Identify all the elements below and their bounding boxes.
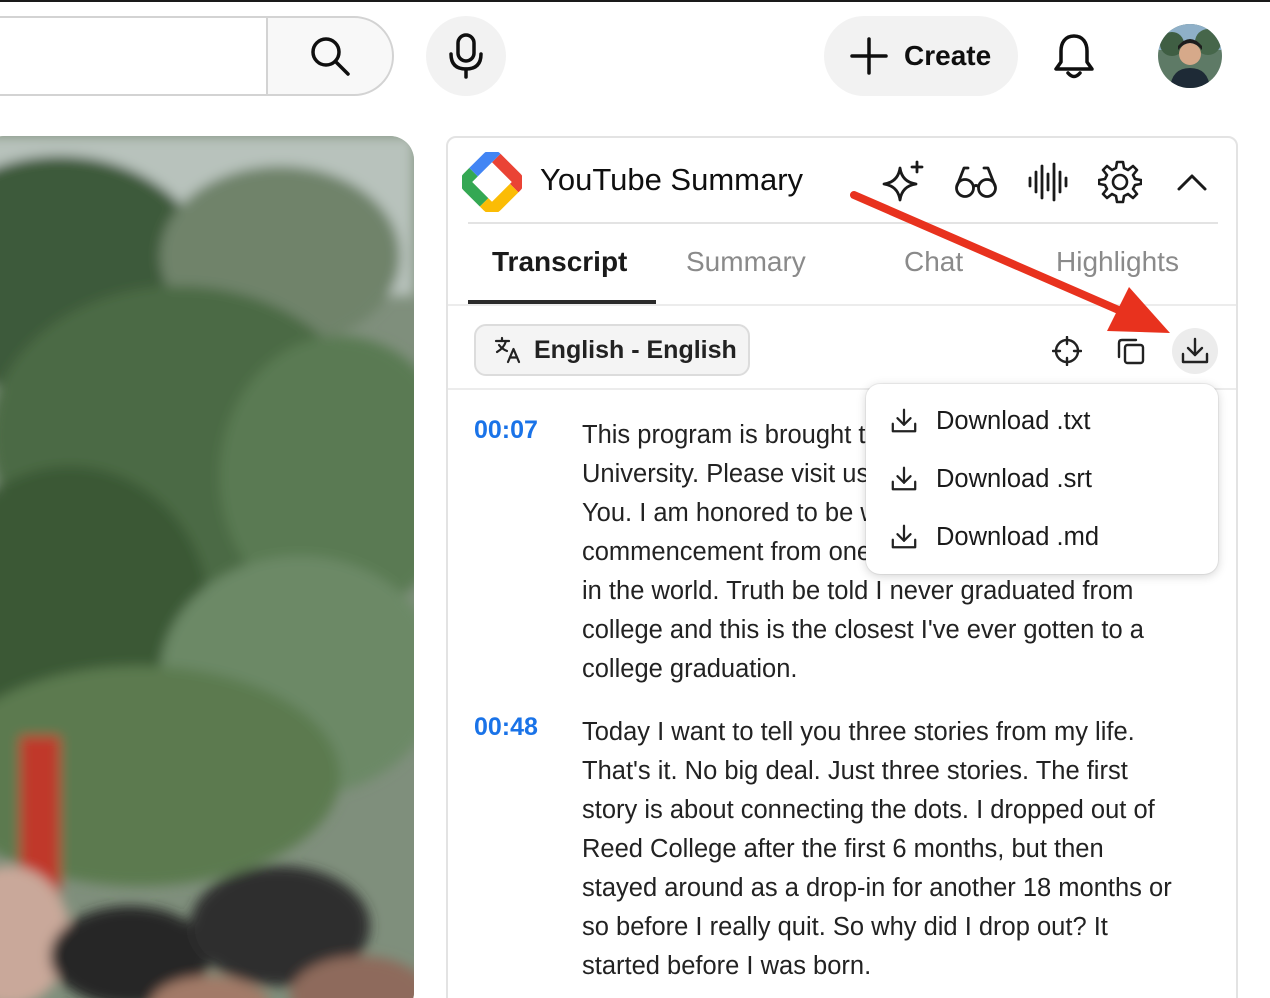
- menu-item-label: Download .srt: [936, 464, 1092, 493]
- transcript-line: college graduation.: [582, 655, 798, 683]
- transcript-line: started before I was born.: [582, 952, 872, 980]
- transcript-line: Reed College after the first 6 months, b…: [582, 835, 1104, 863]
- tabs-divider: [448, 304, 1236, 306]
- menu-item-download-srt[interactable]: Download .srt: [866, 452, 1218, 506]
- reader-mode-button[interactable]: [952, 158, 1000, 206]
- menu-item-label: Download .txt: [936, 406, 1091, 435]
- transcript-line: in the world. Truth be told I never grad…: [582, 577, 1134, 605]
- copy-icon: [1117, 338, 1145, 365]
- create-label: Create: [904, 40, 992, 71]
- audio-button[interactable]: [1024, 158, 1072, 206]
- glasses-icon: [955, 166, 997, 198]
- transcript-line: stayed around as a drop-in for another 1…: [582, 874, 1172, 902]
- collapse-panel-button[interactable]: [1168, 158, 1216, 206]
- microphone-icon: [449, 33, 483, 79]
- transcript-line: college and this is the closest I've eve…: [582, 616, 1144, 644]
- download-menu: Download .txt Download .srt Download .md: [866, 384, 1218, 574]
- tab-highlights[interactable]: Highlights: [1056, 246, 1179, 278]
- jump-to-current-button[interactable]: [1044, 328, 1090, 374]
- bell-icon: [1054, 34, 1094, 79]
- translate-icon: [494, 336, 521, 364]
- settings-button[interactable]: [1096, 158, 1144, 206]
- search-icon: [311, 37, 350, 76]
- transcript-line: Today I want to tell you three stories f…: [582, 718, 1135, 746]
- timestamp-link[interactable]: 00:07: [474, 416, 538, 445]
- transcript-text: Today I want to tell you three stories f…: [582, 713, 1232, 986]
- tab-chat[interactable]: Chat: [904, 246, 963, 278]
- ai-summarize-button[interactable]: [880, 158, 928, 206]
- language-selector[interactable]: English - English: [474, 324, 750, 376]
- download-transcript-button[interactable]: [1172, 328, 1218, 374]
- create-button[interactable]: Create: [824, 16, 1018, 96]
- sparkle-icon: [882, 160, 924, 202]
- download-icon: [891, 408, 917, 433]
- tab-summary[interactable]: Summary: [686, 246, 806, 278]
- voice-search-button[interactable]: [426, 16, 506, 96]
- video-frame: [0, 136, 414, 998]
- plus-icon: [850, 37, 888, 75]
- copy-transcript-button[interactable]: [1108, 328, 1154, 374]
- panel-title: YouTube Summary: [540, 162, 804, 197]
- window-top-border: [0, 0, 1270, 2]
- chevron-up-icon: [1177, 174, 1207, 191]
- download-icon: [891, 524, 917, 549]
- menu-item-download-txt[interactable]: Download .txt: [866, 394, 1218, 448]
- crosshair-icon: [1052, 336, 1082, 366]
- header-divider: [468, 222, 1218, 224]
- download-icon: [1181, 337, 1209, 364]
- download-icon: [891, 466, 917, 491]
- transcript-line: so before I really quit. So why did I dr…: [582, 913, 1108, 941]
- audio-wave-icon: [1028, 162, 1068, 202]
- transcript-line: story is about connecting the dots. I dr…: [582, 796, 1155, 824]
- video-player[interactable]: [0, 136, 414, 998]
- extension-logo-icon: [462, 152, 522, 212]
- search-input[interactable]: [0, 16, 268, 96]
- transcript-line: That's it. No big deal. Just three stori…: [582, 757, 1128, 785]
- avatar[interactable]: [1158, 24, 1222, 88]
- gear-icon: [1098, 160, 1142, 204]
- language-label: English - English: [534, 335, 737, 364]
- menu-item-label: Download .md: [936, 522, 1099, 551]
- menu-item-download-md[interactable]: Download .md: [866, 510, 1218, 564]
- panel-header: YouTube Summary: [448, 138, 1236, 224]
- notifications-button[interactable]: [1034, 16, 1114, 96]
- timestamp-link[interactable]: 00:48: [474, 713, 538, 742]
- tab-transcript[interactable]: Transcript: [492, 246, 627, 278]
- search-button[interactable]: [266, 16, 394, 96]
